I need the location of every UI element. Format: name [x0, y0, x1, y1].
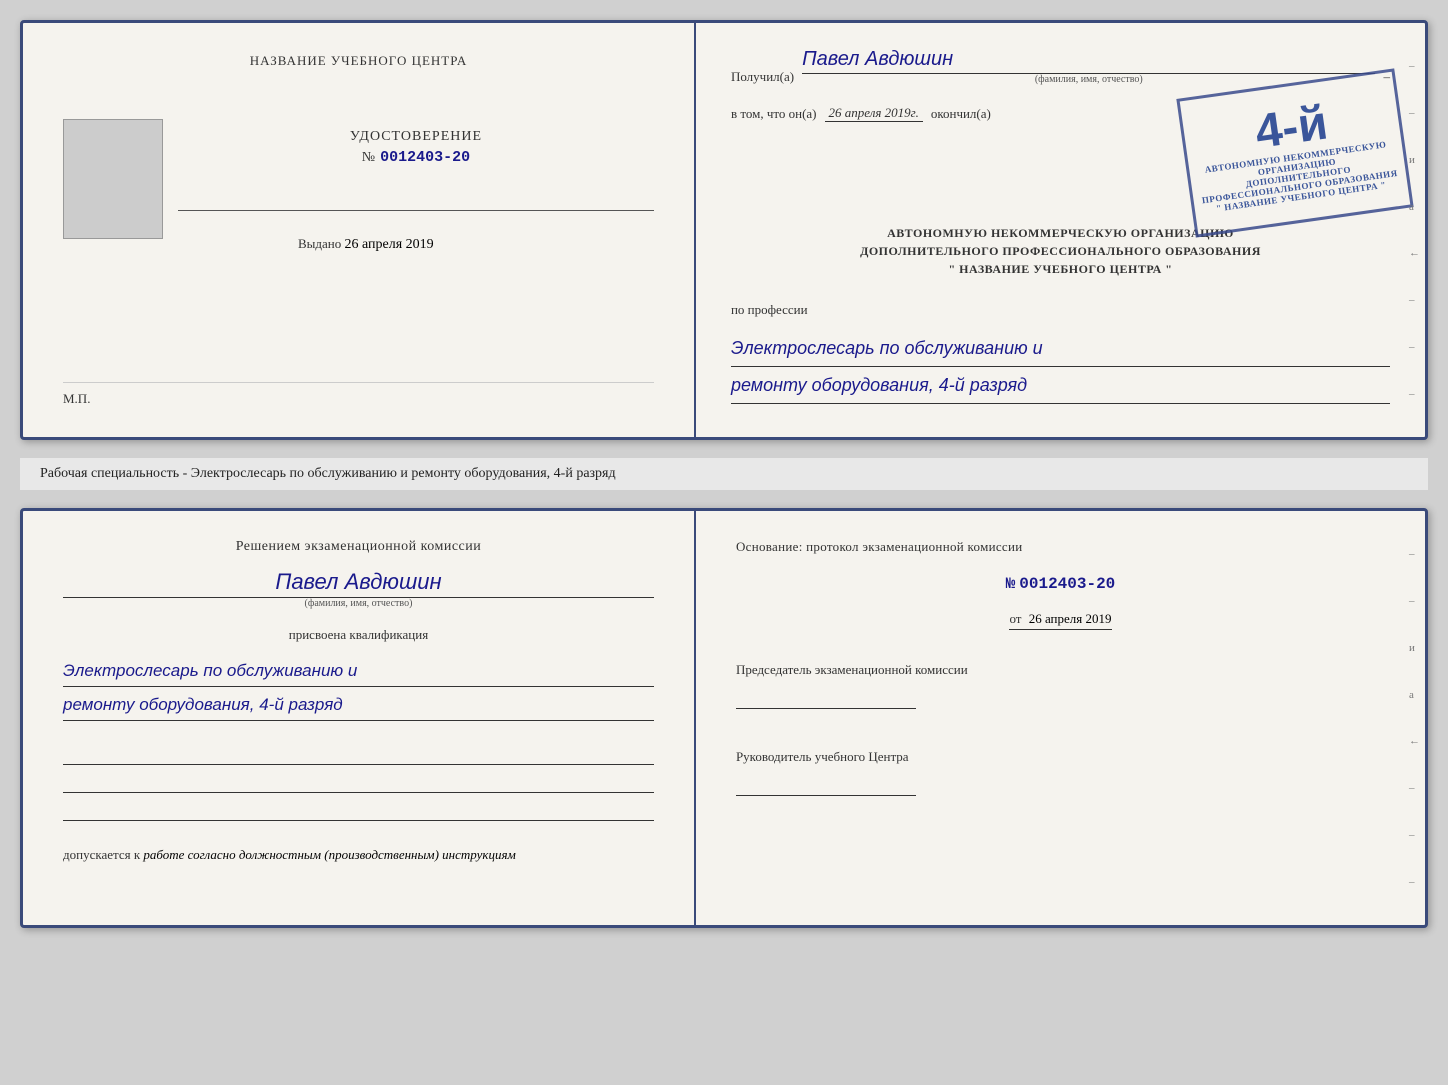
top-document: НАЗВАНИЕ УЧЕБНОГО ЦЕНТРА УДОСТОВЕРЕНИЕ №… [20, 20, 1428, 440]
org-line3: " НАЗВАНИЕ УЧЕБНОГО ЦЕНТРА " [731, 260, 1390, 278]
ot-date: 26 апреля 2019 [1025, 611, 1112, 626]
допускается-label: допускается к [63, 847, 140, 862]
chairman-block: Председатель экзаменационной комиссии [736, 660, 1385, 709]
poluchil-prefix: Получил(а) [731, 69, 794, 85]
signature-lines [63, 743, 654, 821]
bottom-left-panel: Решением экзаменационной комиссии Павел … [23, 511, 696, 925]
mp-label: М.П. [63, 391, 654, 407]
sig-line-1 [63, 743, 654, 765]
bottom-right-panel: Основание: протокол экзаменационной коми… [696, 511, 1425, 925]
dopusk-text: работе согласно должностным (производств… [143, 847, 515, 862]
qualification-line1: Электрослесарь по обслуживанию и [63, 657, 654, 687]
middle-text: Рабочая специальность - Электрослесарь п… [20, 458, 1428, 490]
bottom-number-prefix: № [1006, 575, 1016, 593]
rukovoditel-label: Руководитель учебного Центра [736, 747, 1385, 768]
okончил-label: окончил(а) [931, 106, 991, 122]
vtom-prefix: в том, что он(а) [731, 106, 817, 122]
sig-line-2 [63, 771, 654, 793]
po-professii-label: по профессии [731, 302, 1390, 318]
допускается-row: допускается к работе согласно должностны… [63, 847, 654, 863]
rukovoditel-sig-line [736, 774, 916, 796]
bottom-document: Решением экзаменационной комиссии Павел … [20, 508, 1428, 928]
top-cert-number: 0012403-20 [380, 149, 470, 166]
poluchil-row: Получил(а) Павел Авдюшин (фамилия, имя, … [731, 48, 1390, 85]
right-edge-marks-bottom: – – и а ← – – – [1409, 511, 1420, 925]
right-edge-marks-top: – – и а ← – – – [1409, 23, 1420, 437]
vtom-date: 26 апреля 2019г. [825, 105, 923, 122]
bottom-protocol-number: 0012403-20 [1019, 575, 1115, 593]
profession-line2: ремонту оборудования, 4-й разряд [731, 371, 1390, 404]
udostoverenie-label: УДОСТОВЕРЕНИЕ [350, 129, 482, 145]
sig-line-3 [63, 799, 654, 821]
org-block: АВТОНОМНУЮ НЕКОММЕРЧЕСКУЮ ОРГАНИЗАЦИЮ ДО… [731, 224, 1390, 278]
decision-title: Решением экзаменационной комиссии [63, 539, 654, 555]
vydano-label: Выдано 26 апреля 2019 [298, 236, 434, 251]
prisvoena-label: присвоена квалификация [63, 627, 654, 643]
photo-placeholder [63, 119, 163, 239]
fio-hint-bottom: (фамилия, имя, отчество) [63, 598, 654, 609]
ot-label: от 26 апреля 2019 [1009, 611, 1111, 630]
stamp-overlay: 4-й АВТОНОМНУЮ НЕКОММЕРЧЕСКУЮ ОРГАНИЗАЦИ… [1176, 68, 1413, 237]
org-line2: ДОПОЛНИТЕЛЬНОГО ПРОФЕССИОНАЛЬНОГО ОБРАЗО… [731, 242, 1390, 260]
bottom-person-name: Павел Авдюшин [63, 569, 654, 598]
top-right-panel: 4-й АВТОНОМНУЮ НЕКОММЕРЧЕСКУЮ ОРГАНИЗАЦИ… [696, 23, 1425, 437]
org-line1: АВТОНОМНУЮ НЕКОММЕРЧЕСКУЮ ОРГАНИЗАЦИЮ [731, 224, 1390, 242]
fio-hint-top: (фамилия, имя, отчество) [802, 74, 1375, 85]
top-separator-1 [178, 210, 654, 211]
number-prefix-top: № [362, 150, 376, 166]
qualification-line2: ремонту оборудования, 4-й разряд [63, 691, 654, 721]
vydano-date: 26 апреля 2019 [345, 237, 434, 252]
poluchil-name: Павел Авдюшин [802, 48, 1375, 74]
vtom-row: в том, что он(а) 26 апреля 2019г. окончи… [731, 105, 1390, 122]
top-separator-2 [63, 382, 654, 383]
udostoverenie-block: УДОСТОВЕРЕНИЕ № 0012403-20 [350, 129, 482, 166]
page-container: НАЗВАНИЕ УЧЕБНОГО ЦЕНТРА УДОСТОВЕРЕНИЕ №… [20, 20, 1428, 928]
stamp-line2: ДОПОЛНИТЕЛЬНОГО ПРОФЕССИОНАЛЬНОГО ОБРАЗО… [1200, 158, 1399, 205]
stamp-line3: " НАЗВАНИЕ УЧЕБНОГО ЦЕНТРА " [1215, 180, 1386, 214]
stamp-line1: АВТОНОМНУЮ НЕКОММЕРЧЕСКУЮ ОРГАНИЗАЦИЮ [1197, 138, 1396, 185]
top-left-panel: НАЗВАНИЕ УЧЕБНОГО ЦЕНТРА УДОСТОВЕРЕНИЕ №… [23, 23, 696, 437]
chairman-sig-line [736, 687, 916, 709]
osnovaniye-label: Основание: протокол экзаменационной коми… [736, 539, 1385, 555]
top-left-title: НАЗВАНИЕ УЧЕБНОГО ЦЕНТРА [63, 53, 654, 69]
rukovoditel-block: Руководитель учебного Центра [736, 747, 1385, 796]
chairman-label: Председатель экзаменационной комиссии [736, 660, 1385, 681]
profession-line1: Электрослесарь по обслуживанию и [731, 334, 1390, 367]
